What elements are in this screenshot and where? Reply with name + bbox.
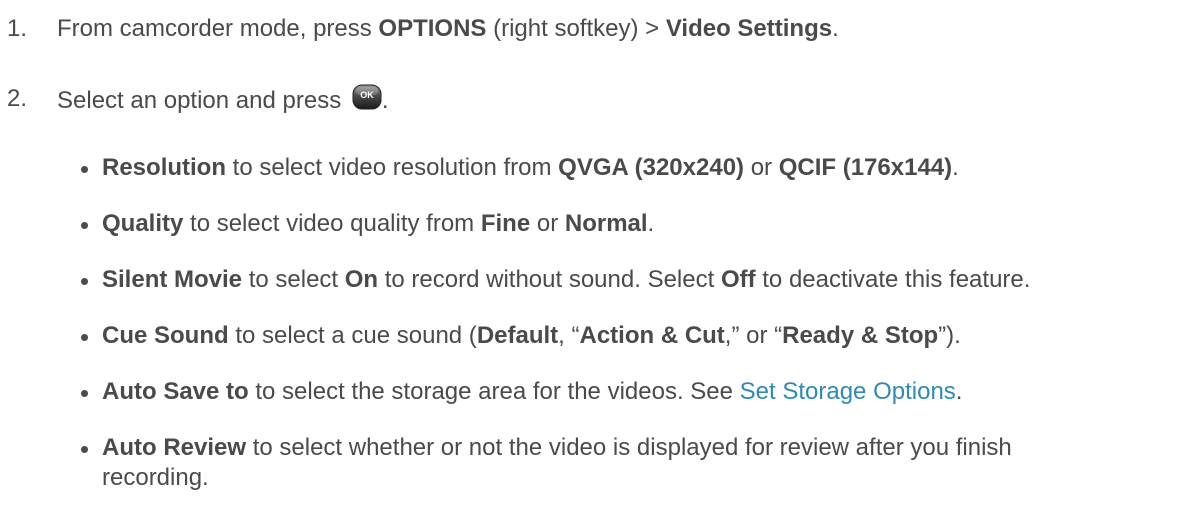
option-name: Quality [102,210,184,237]
text-part: . [647,210,655,237]
video-settings-keyword: Video Settings [665,15,833,42]
text-part: to select a cue sound ( [228,322,477,349]
option-value: Fine [480,210,531,237]
text-part: . [952,154,959,181]
step-number: 2. [7,85,28,112]
text-part: to select video quality from [183,210,481,237]
option-value: Ready & Stop [782,322,939,349]
step-text: From camcorder mode, press OPTIONS (righ… [57,14,839,44]
option-name: Resolution [102,154,226,181]
option-value: Normal [564,210,648,237]
bullet-icon [81,446,88,453]
bullet-icon [81,334,88,341]
text-part: ,” or “ [724,322,783,349]
option-value: QVGA (320x240) [558,154,745,181]
step-text-part: . [832,15,839,42]
option-value: Off [720,266,756,293]
text-part: ”). [938,322,961,349]
text-part: to select video resolution from [226,154,559,181]
set-storage-options-link[interactable]: Set Storage Options [740,378,956,405]
list-item-text: Quality to select video quality from Fin… [102,209,1192,239]
bullet-icon [81,166,88,173]
option-value: QCIF (176x144) [778,154,953,181]
bullet-icon [81,222,88,229]
text-part: recording. [102,464,209,491]
step-text-part: . [381,87,389,114]
bullet-icon [81,390,88,397]
text-part: to select [242,266,345,293]
text-part: , “ [558,322,580,349]
list-item-text: Cue Sound to select a cue sound (Default… [102,321,1192,351]
step-text-part: From camcorder mode, press [57,15,379,42]
list-item-text: Auto Save to to select the storage area … [102,377,1192,407]
option-name: Silent Movie [102,266,243,293]
step-text-part: (right softkey) > [486,15,666,42]
ok-key-label: OK [360,90,374,100]
step-number: 1. [7,15,28,42]
step-text: Select an option and press OK . [57,84,389,116]
step-text-part: Select an option and press [57,87,348,114]
bullet-icon [81,278,88,285]
text-part: to deactivate this feature. [755,266,1031,293]
ok-key-icon: OK [352,84,382,110]
text-part: or [744,154,779,181]
option-value: Action & Cut [579,322,725,349]
option-name: Auto Review [102,434,247,461]
option-value: On [344,266,379,293]
option-value: Default [476,322,559,349]
text-part: or [530,210,565,237]
text-part: to select the storage area for the video… [248,378,740,405]
text-part: . [955,378,963,405]
list-item-text: Auto Review to select whether or not the… [102,433,1192,493]
list-item-text: Silent Movie to select On to record with… [102,265,1192,295]
options-keyword: OPTIONS [378,15,487,42]
option-name: Auto Save to [102,378,249,405]
option-name: Cue Sound [102,322,229,349]
text-part: to record without sound. Select [378,266,721,293]
text-part: to select whether or not the video is di… [246,434,1012,461]
list-item-text: Resolution to select video resolution fr… [102,153,1192,183]
